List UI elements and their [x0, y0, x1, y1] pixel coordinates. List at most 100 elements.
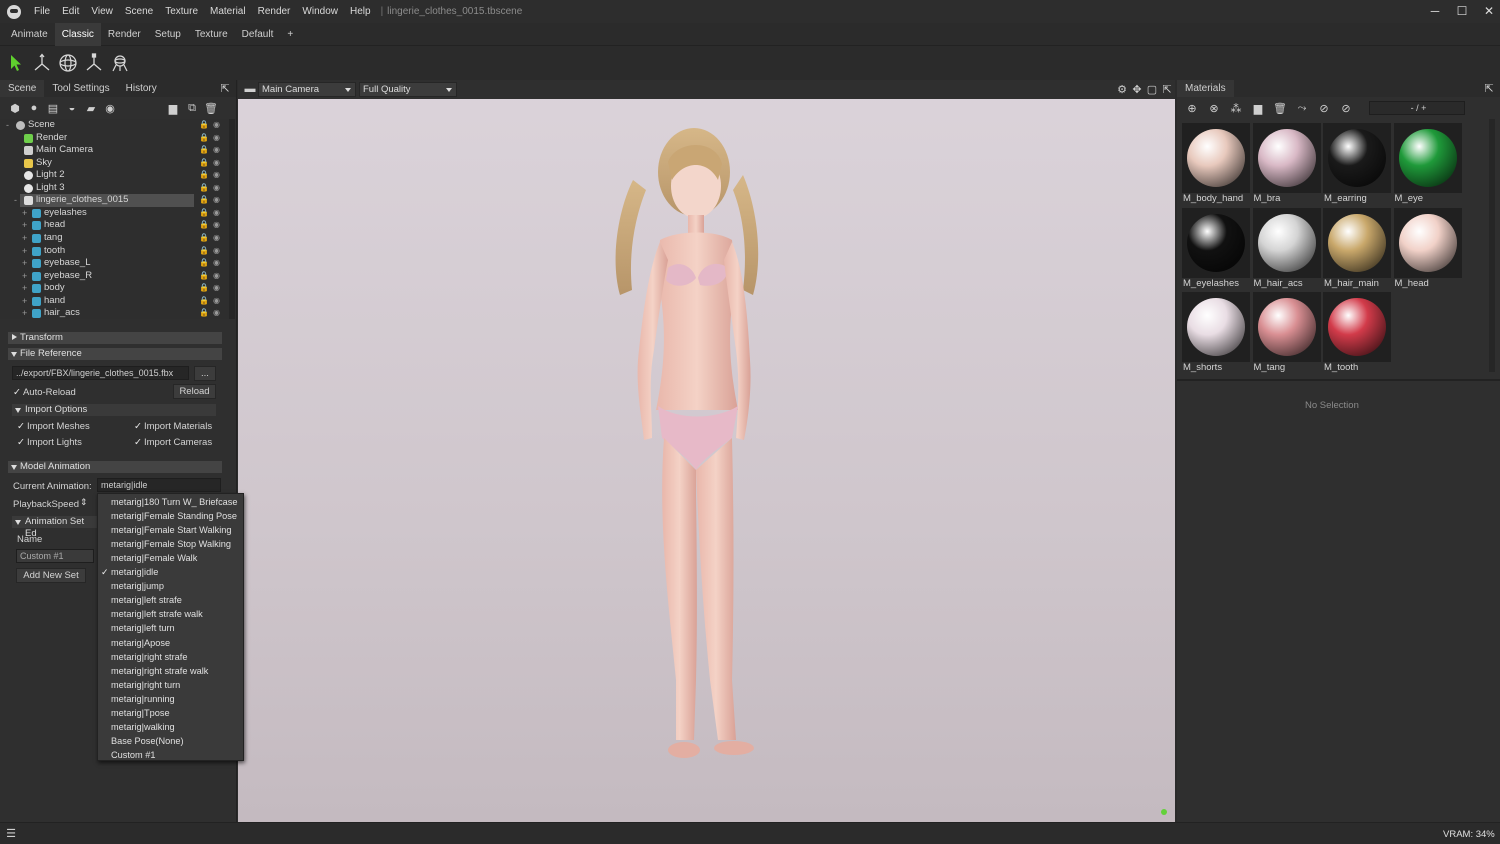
lock-visibility-icon[interactable]: 🔒◉ — [199, 270, 224, 283]
section-file-reference[interactable]: File Reference — [8, 348, 222, 360]
tree-expander-icon[interactable]: + — [22, 219, 27, 232]
material-grid-icon[interactable]: ⁂ — [1229, 101, 1243, 115]
minimize-button[interactable]: ─ — [1421, 0, 1449, 23]
tree-item[interactable]: + tooth 🔒◉ — [0, 245, 228, 258]
animation-option[interactable]: metarig|right strafe walk — [98, 664, 243, 678]
tree-expander-icon[interactable]: + — [22, 270, 27, 283]
tree-expander-icon[interactable]: + — [22, 282, 27, 295]
viewport-settings-icon[interactable]: ⚙ — [1115, 82, 1129, 96]
delete-icon[interactable]: 🗑 — [204, 101, 218, 115]
animation-option[interactable]: metarig|Female Standing Pose — [98, 509, 243, 523]
menu-render[interactable]: Render — [252, 0, 297, 23]
add-sky-icon[interactable]: ◉ — [103, 101, 117, 115]
animation-option[interactable]: metarig|left strafe — [98, 593, 243, 607]
log-icon[interactable]: ☰ — [4, 826, 18, 840]
animation-option[interactable]: metarig|left turn — [98, 621, 243, 635]
material-tile[interactable]: M_tooth — [1323, 292, 1391, 374]
animation-option[interactable]: metarig|Tpose — [98, 706, 243, 720]
tree-item[interactable]: Light 2 🔒◉ — [0, 169, 228, 182]
animation-option[interactable]: metarig|walking — [98, 720, 243, 734]
camera-select[interactable]: Main Camera — [258, 82, 356, 97]
quality-select[interactable]: Full Quality — [359, 82, 457, 97]
lock-visibility-icon[interactable]: 🔒◉ — [199, 219, 224, 232]
material-tile[interactable]: M_head — [1393, 207, 1462, 290]
tree-item[interactable]: Render 🔒◉ — [0, 132, 228, 145]
lock-visibility-icon[interactable]: 🔒◉ — [199, 194, 224, 207]
import-lights-checkbox[interactable]: ✓ Import Lights — [17, 437, 82, 448]
current-animation-select[interactable]: metarig|idle — [97, 478, 221, 492]
menu-view[interactable]: View — [85, 0, 119, 23]
lock-visibility-icon[interactable]: 🔒◉ — [199, 144, 224, 157]
menu-help[interactable]: Help — [344, 0, 377, 23]
animation-option[interactable]: metarig|jump — [98, 579, 243, 593]
material-tile[interactable]: M_bra — [1252, 123, 1321, 205]
material-tile[interactable]: M_eyelashes — [1182, 207, 1250, 290]
tab-materials[interactable]: Materials — [1177, 80, 1234, 97]
animation-option[interactable]: Custom #1 — [98, 748, 243, 762]
tree-item[interactable]: + eyebase_R 🔒◉ — [0, 270, 228, 283]
tree-item[interactable]: - Scene 🔒◉ — [0, 119, 228, 132]
camera-icon[interactable] — [110, 53, 130, 73]
materials-popout-icon[interactable]: ⇱ — [1482, 82, 1496, 96]
viewport[interactable]: ▬ Main Camera Full Quality ⚙ ✥ ▢ ⇱ — [238, 80, 1175, 822]
material-tile[interactable]: M_tang — [1252, 292, 1321, 374]
lock-visibility-icon[interactable]: 🔒◉ — [199, 282, 224, 295]
animation-option[interactable]: metarig|right turn — [98, 678, 243, 692]
import-meshes-checkbox[interactable]: ✓ Import Meshes — [17, 421, 90, 432]
section-model-animation[interactable]: Model Animation — [8, 461, 222, 473]
animation-option[interactable]: metarig|running — [98, 692, 243, 706]
import-materials-checkbox[interactable]: ✓ Import Materials — [134, 421, 212, 432]
tree-item[interactable]: Main Camera 🔒◉ — [0, 144, 228, 157]
viewport-camera-icon[interactable]: ▬ — [243, 82, 257, 96]
material-tile[interactable]: M_hair_main — [1323, 207, 1391, 290]
material-tile[interactable]: M_hair_acs — [1252, 207, 1321, 290]
lock-visibility-icon[interactable]: 🔒◉ — [199, 132, 224, 145]
material-picker-icon[interactable]: ⤳ — [1295, 101, 1309, 115]
add-shadow-icon[interactable]: ◒ — [65, 101, 79, 115]
tree-expander-icon[interactable]: + — [22, 207, 27, 220]
close-button[interactable]: ✕ — [1475, 0, 1500, 23]
add-camera-icon[interactable]: ▤ — [46, 101, 60, 115]
tree-expander-icon[interactable]: + — [22, 257, 27, 270]
tree-item[interactable]: + hair_acs 🔒◉ — [0, 307, 228, 320]
add-tab-button[interactable]: + — [280, 23, 300, 46]
animation-option[interactable]: metarig|Female Start Walking — [98, 523, 243, 537]
menu-edit[interactable]: Edit — [56, 0, 85, 23]
tree-item[interactable]: + hand 🔒◉ — [0, 295, 228, 308]
materials-filter-field[interactable]: - / + — [1369, 101, 1465, 115]
material-folder-icon[interactable]: ▆ — [1251, 101, 1265, 115]
viewport-popout-icon[interactable]: ⇱ — [1160, 82, 1174, 96]
tree-expander-icon[interactable]: - — [14, 194, 17, 207]
add-shape-icon[interactable]: ▰ — [84, 101, 98, 115]
animation-option[interactable]: metarig|Female Stop Walking — [98, 537, 243, 551]
tree-item[interactable]: Light 3 🔒◉ — [0, 182, 228, 195]
section-animation-set-editor[interactable]: Animation Set Ed — [12, 516, 97, 539]
tab-classic[interactable]: Classic — [54, 22, 101, 46]
playback-speed-spinner-icon[interactable]: ⇕ — [80, 497, 88, 508]
animation-set-name-field[interactable]: Custom #1 — [16, 549, 94, 563]
reload-button[interactable]: Reload — [173, 384, 216, 399]
duplicate-icon[interactable]: ⧉ — [185, 101, 199, 115]
add-object-icon[interactable]: ⬢ — [8, 101, 22, 115]
tab-tool-settings[interactable]: Tool Settings — [44, 80, 117, 97]
file-path-field[interactable]: ../export/FBX/lingerie_clothes_0015.fbx — [12, 366, 189, 380]
animation-option[interactable]: metarig|right strafe — [98, 650, 243, 664]
animation-option[interactable]: metarig|left strafe walk — [98, 607, 243, 621]
app-logo-icon[interactable] — [0, 0, 28, 23]
tab-setup[interactable]: Setup — [148, 23, 188, 46]
section-transform[interactable]: Transform — [8, 332, 222, 344]
tab-history[interactable]: History — [118, 80, 165, 97]
tree-expander-icon[interactable]: - — [6, 119, 9, 132]
lock-visibility-icon[interactable]: 🔒◉ — [199, 207, 224, 220]
translate-icon[interactable] — [32, 53, 52, 73]
materials-scrollbar[interactable] — [1489, 119, 1495, 372]
tab-scene[interactable]: Scene — [0, 80, 45, 97]
viewport-frame-icon[interactable]: ▢ — [1145, 82, 1159, 96]
tree-item[interactable]: + eyebase_L 🔒◉ — [0, 257, 228, 270]
lock-visibility-icon[interactable]: 🔒◉ — [199, 119, 224, 132]
lock-visibility-icon[interactable]: 🔒◉ — [199, 245, 224, 258]
material-tile[interactable]: M_body_hand — [1182, 123, 1250, 205]
tree-item[interactable]: - lingerie_clothes_0015 🔒◉ — [0, 194, 228, 207]
folder-icon[interactable]: ▆ — [166, 101, 180, 115]
tree-item[interactable]: + tang 🔒◉ — [0, 232, 228, 245]
